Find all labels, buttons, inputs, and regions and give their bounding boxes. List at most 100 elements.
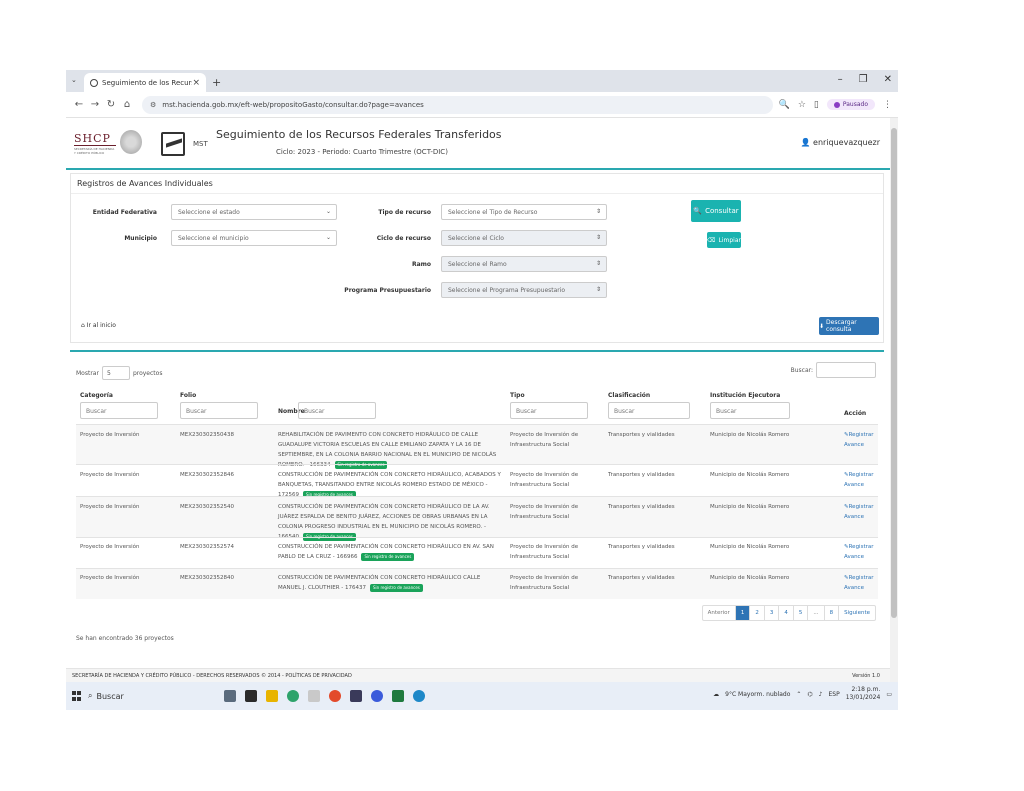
ciclo-select[interactable]: Seleccione el Ciclo ⇕ xyxy=(441,230,607,246)
terminal-app-icon[interactable] xyxy=(245,690,257,702)
page-length-select[interactable]: 5 xyxy=(101,366,130,380)
ramo-select[interactable]: Seleccione el Ramo ⇕ xyxy=(441,256,607,272)
excel-app-icon[interactable] xyxy=(392,690,404,702)
calculator-app-icon[interactable] xyxy=(224,690,236,702)
site-info-icon[interactable]: ⚙ xyxy=(150,101,156,109)
municipio-value: Seleccione el municipio xyxy=(178,235,249,242)
institucion-filter-input[interactable]: Buscar xyxy=(710,402,790,419)
col-header-folio[interactable]: Folio xyxy=(180,392,196,399)
clock-time: 2:18 p.m. xyxy=(851,686,881,693)
folio-filter-input[interactable]: Buscar xyxy=(180,402,258,419)
consultar-button[interactable]: 🔍 Consultar xyxy=(691,200,741,222)
limpiar-button[interactable]: ⌫ Limpiar xyxy=(707,232,741,248)
cell-clasificacion: Transportes y vialidades xyxy=(608,472,675,478)
results-panel: Mostrar 5 proyectos Buscar: Categoría Bu… xyxy=(70,350,884,644)
page-8[interactable]: 8 xyxy=(825,606,840,620)
ramo-value: Seleccione el Ramo xyxy=(448,261,507,268)
col-header-tipo[interactable]: Tipo xyxy=(510,392,525,399)
cell-folio: MEX230302352846 xyxy=(180,472,234,478)
zoom-icon[interactable]: 🔍 xyxy=(779,100,790,110)
programa-label: Programa Presupuestario xyxy=(344,287,431,294)
home-icon[interactable]: ⌂ xyxy=(120,99,134,110)
tab-close-button[interactable]: × xyxy=(192,78,200,88)
menu-dots-icon[interactable]: ⋮ xyxy=(883,100,892,110)
chrome-app-icon[interactable] xyxy=(329,690,341,702)
tipo-filter-input[interactable]: Buscar xyxy=(510,402,588,419)
cell-clasificacion: Transportes y vialidades xyxy=(608,432,675,438)
minimize-button[interactable]: – xyxy=(838,74,843,85)
clasificacion-filter-input[interactable]: Buscar xyxy=(608,402,690,419)
col-header-categoria[interactable]: Categoría xyxy=(80,392,113,399)
browser-tab[interactable]: Seguimiento de los Recursos F × xyxy=(84,73,206,92)
back-icon[interactable]: ← xyxy=(72,99,86,110)
bookmark-star-icon[interactable]: ☆ xyxy=(798,100,806,110)
download-button[interactable]: ⬇ Descargar consulta xyxy=(819,317,879,335)
page-2[interactable]: 2 xyxy=(750,606,765,620)
forward-icon[interactable]: → xyxy=(88,99,102,110)
eraser-icon: ⌫ xyxy=(707,236,716,244)
windows-start-icon[interactable] xyxy=(72,691,82,701)
registrar-avance-link[interactable]: ✎Registrar Avance xyxy=(844,542,880,562)
entidad-label: Entidad Federativa xyxy=(92,209,157,216)
edge-app-icon[interactable] xyxy=(287,690,299,702)
taskbar-search[interactable]: ⌕ Buscar xyxy=(88,691,208,701)
profile-button[interactable]: Pausado xyxy=(826,99,875,110)
tipo-select[interactable]: Seleccione el Tipo de Recurso ⇕ xyxy=(441,204,607,220)
pagination: Anterior 1 2 3 4 5 ... 8 Siguiente xyxy=(701,605,876,621)
mst-logo-icon xyxy=(161,132,185,156)
programa-select[interactable]: Seleccione el Programa Presupuestario ⇕ xyxy=(441,282,607,298)
settings-app-icon[interactable] xyxy=(371,690,383,702)
clock[interactable]: 2:18 p.m. 13/01/2024 xyxy=(846,686,881,702)
registrar-avance-link[interactable]: ✎Registrar Avance xyxy=(844,573,880,593)
page-4[interactable]: 4 xyxy=(779,606,794,620)
notepad-app-icon[interactable] xyxy=(308,690,320,702)
restore-button[interactable]: ❐ xyxy=(859,74,868,85)
network-icon[interactable]: ⌬ xyxy=(807,691,812,698)
page-length-value: 5 xyxy=(106,370,111,377)
user-menu[interactable]: 👤 enriquevazquezr xyxy=(801,138,880,147)
side-panel-icon[interactable]: ▯ xyxy=(814,100,819,110)
weather-text[interactable]: 9°C Mayorm. nublado xyxy=(725,691,790,698)
browser-app-icon[interactable] xyxy=(413,690,425,702)
cell-categoria: Proyecto de Inversión xyxy=(80,575,140,581)
nombre-filter-input[interactable]: Buscar xyxy=(298,402,376,419)
categoria-filter-input[interactable]: Buscar xyxy=(80,402,158,419)
cell-tipo: Proyecto de Inversión de Infraestructura… xyxy=(510,432,579,448)
new-tab-button[interactable]: + xyxy=(212,76,221,89)
entidad-select[interactable]: Seleccione el estado ⌄ xyxy=(171,204,337,220)
url-field[interactable]: ⚙ mst.hacienda.gob.mx/eft-web/propositoG… xyxy=(142,95,773,114)
registrar-avance-link[interactable]: ✎Registrar Avance xyxy=(844,430,880,450)
cell-tipo: Proyecto de Inversión de Infraestructura… xyxy=(510,472,579,488)
registrar-avance-link[interactable]: ✎Registrar Avance xyxy=(844,470,880,490)
municipio-select[interactable]: Seleccione el municipio ⌄ xyxy=(171,230,337,246)
cell-categoria: Proyecto de Inversión xyxy=(80,544,140,550)
page-1[interactable]: 1 xyxy=(735,606,751,620)
cell-nombre: CONSTRUCCIÓN DE PAVIMENTACIÓN CON CONCRE… xyxy=(278,542,504,562)
close-window-button[interactable]: ✕ xyxy=(884,74,892,85)
home-link[interactable]: ⌂ Ir al inicio xyxy=(81,322,116,329)
show-prefix: Mostrar xyxy=(76,369,99,377)
chevron-up-icon[interactable]: ⌃ xyxy=(796,691,801,698)
col-header-institucion[interactable]: Institución Ejecutora xyxy=(710,392,780,399)
file-explorer-icon[interactable] xyxy=(266,690,278,702)
page-3[interactable]: 3 xyxy=(765,606,780,620)
page-next[interactable]: Siguiente xyxy=(839,606,875,620)
notification-icon[interactable]: ▭ xyxy=(886,691,892,698)
page-5[interactable]: 5 xyxy=(794,606,809,620)
tab-list-button[interactable]: ⌄ xyxy=(71,76,77,84)
volume-icon[interactable]: ♪ xyxy=(819,691,823,698)
vertical-scrollbar[interactable] xyxy=(890,118,898,682)
col-header-clasificacion[interactable]: Clasificación xyxy=(608,392,650,399)
cell-tipo: Proyecto de Inversión de Infraestructura… xyxy=(510,575,579,591)
scrollbar-thumb[interactable] xyxy=(891,128,897,618)
store-app-icon[interactable] xyxy=(350,690,362,702)
registrar-avance-link[interactable]: ✎Registrar Avance xyxy=(844,502,880,522)
reload-icon[interactable]: ↻ xyxy=(104,99,118,110)
address-bar: ← → ↻ ⌂ ⚙ mst.hacienda.gob.mx/eft-web/pr… xyxy=(66,92,898,118)
lang-label[interactable]: ESP xyxy=(829,691,840,698)
status-badge: Sin registro de avances xyxy=(361,552,415,561)
page-previous[interactable]: Anterior xyxy=(703,606,736,620)
taskbar-search-label: Buscar xyxy=(96,691,124,701)
action-label: Registrar Avance xyxy=(844,472,874,488)
table-search-input[interactable] xyxy=(816,362,876,378)
